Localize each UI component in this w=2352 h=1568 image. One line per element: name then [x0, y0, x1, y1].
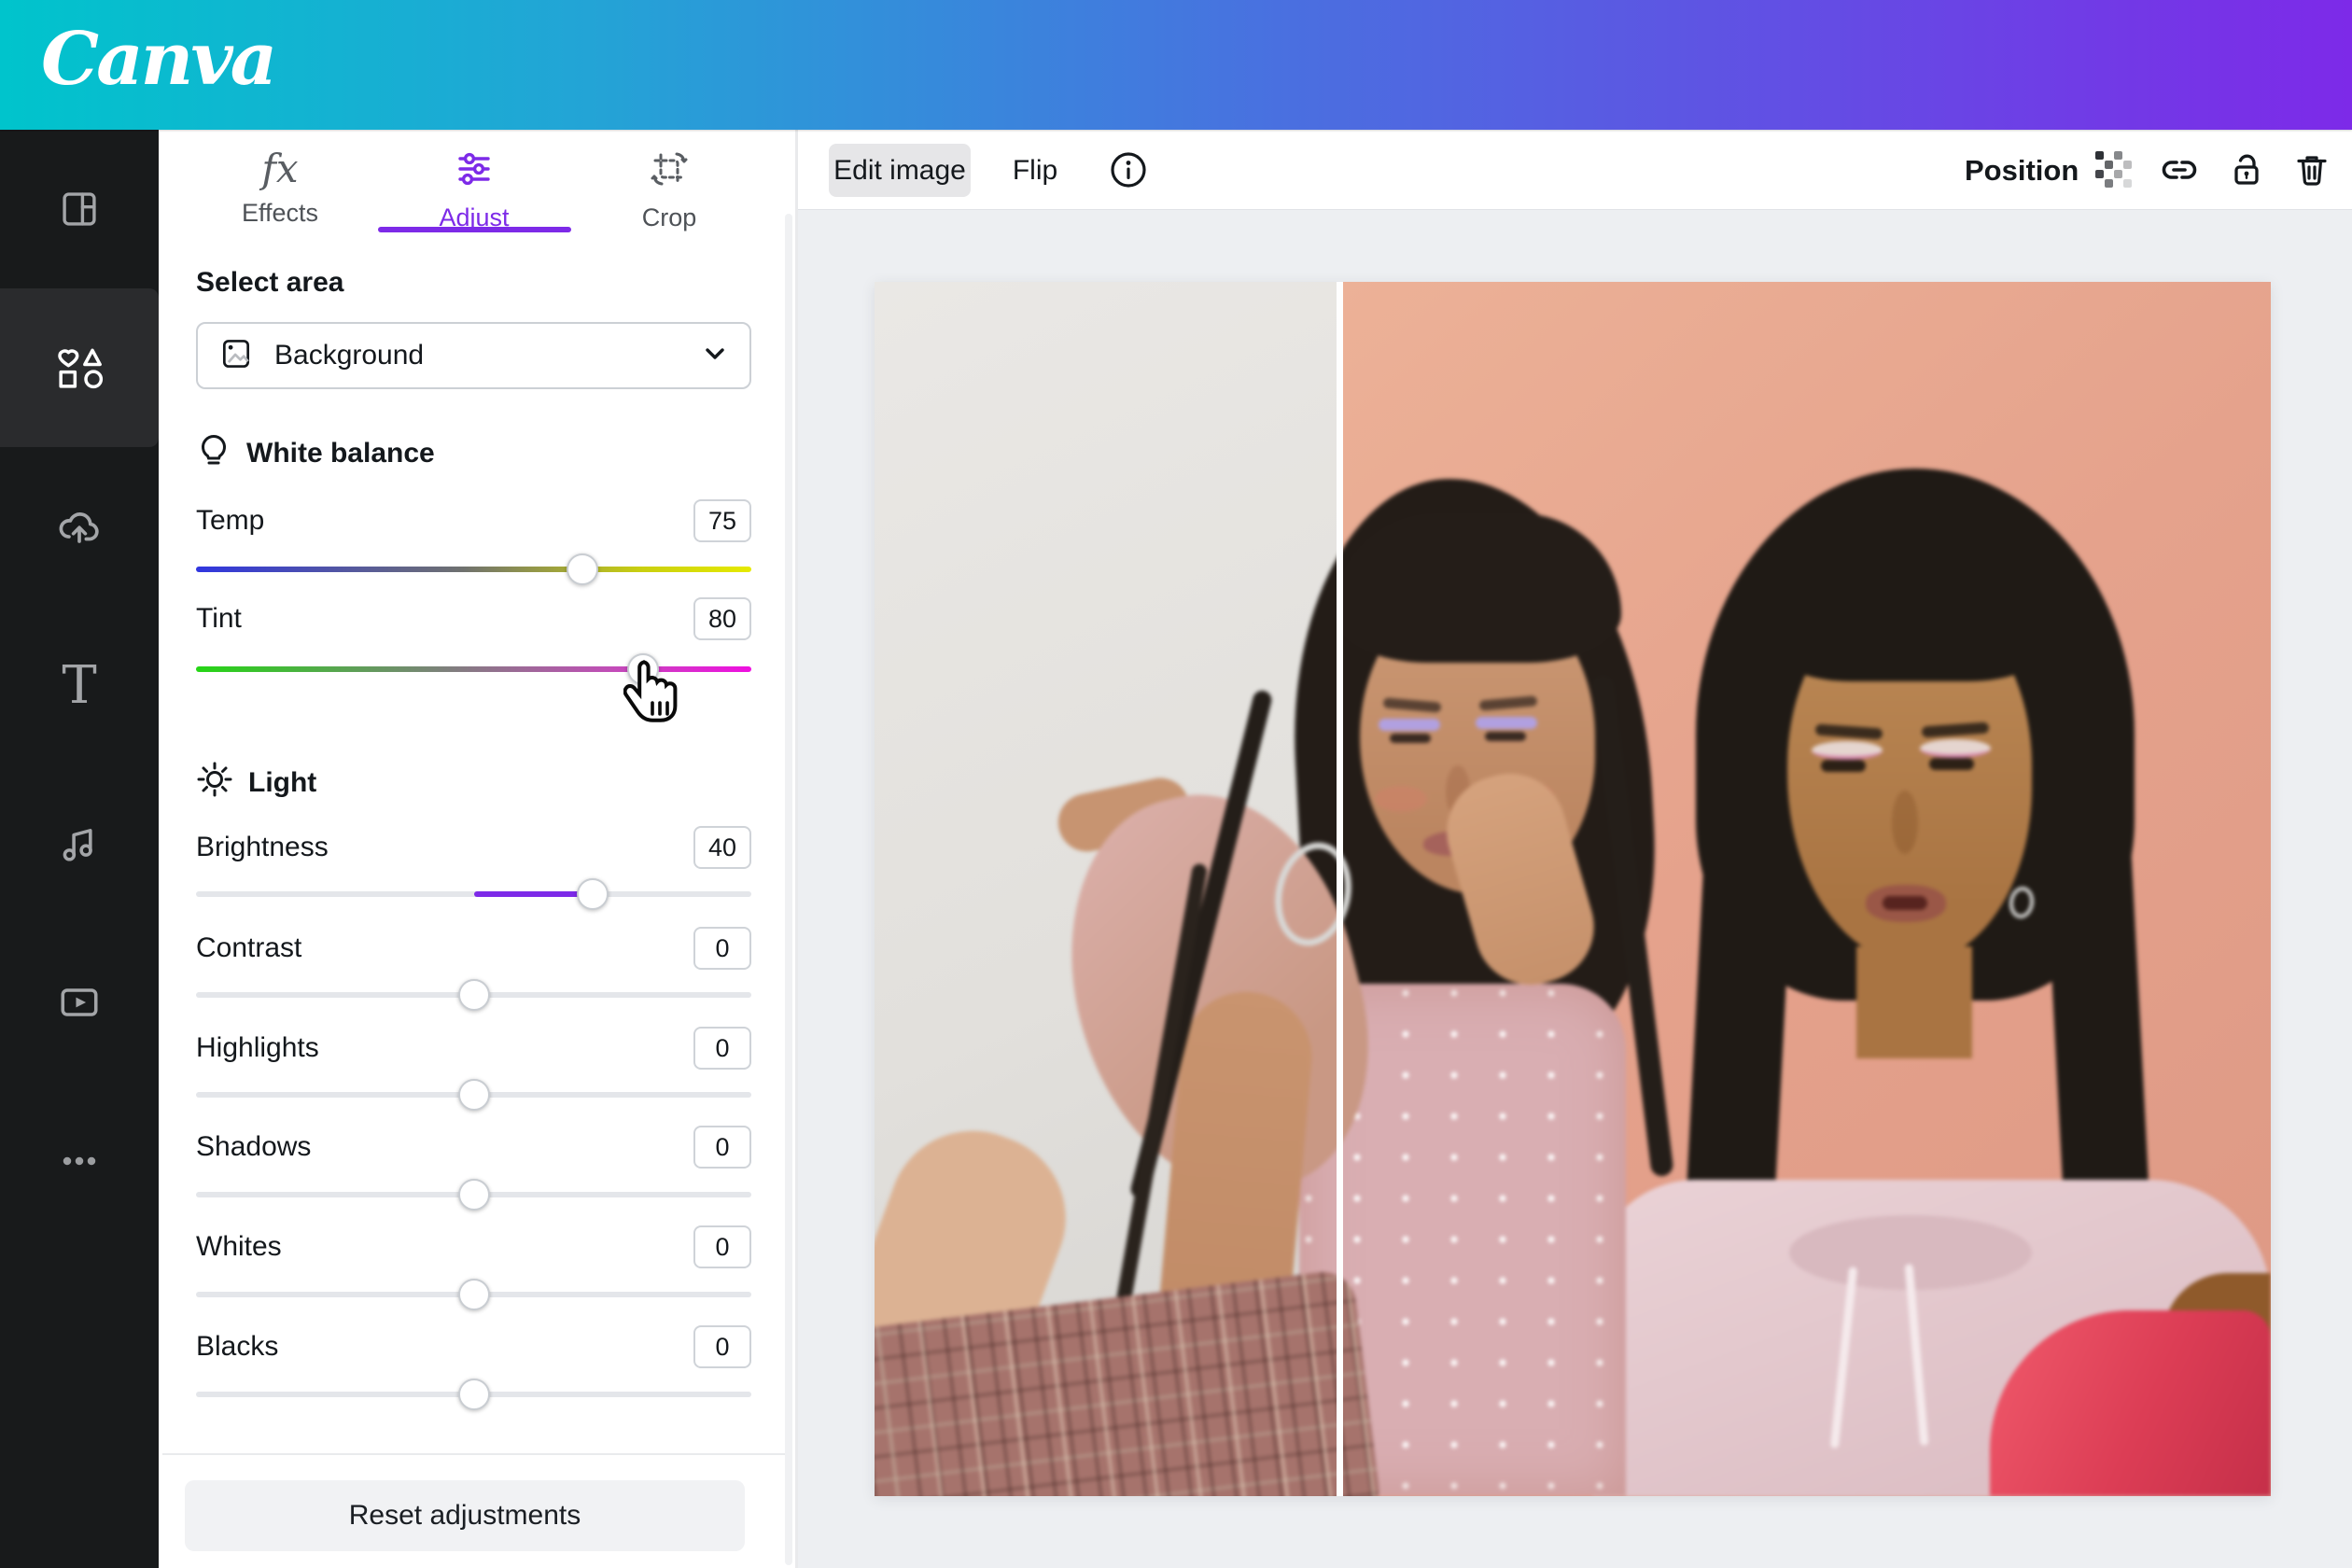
adjust-sliders-icon [453, 152, 496, 193]
video-icon [55, 978, 104, 1027]
select-area-value: Background [274, 340, 425, 371]
brightness-label: Brightness [196, 832, 329, 862]
temp-value-box[interactable]: 75 [693, 499, 751, 542]
cloud-upload-icon [54, 501, 105, 552]
crop-rotate-icon [648, 152, 691, 193]
brightness-slider-thumb[interactable] [577, 878, 609, 910]
contrast-slider-thumb[interactable] [457, 979, 490, 1011]
contrast-slider-track[interactable] [196, 979, 751, 1011]
white-balance-heading: White balance [196, 430, 435, 477]
temp-slider-thumb[interactable] [566, 553, 598, 585]
sidebar-item-text[interactable]: T [0, 606, 159, 764]
panel-divider [162, 1453, 791, 1455]
active-tab-underline [378, 227, 571, 232]
edit-image-button[interactable]: Edit image [829, 144, 971, 197]
blacks-label: Blacks [196, 1331, 279, 1362]
sidebar-item-templates[interactable] [0, 130, 159, 288]
blacks-slider-track[interactable] [196, 1379, 751, 1410]
highlights-label: Highlights [196, 1032, 319, 1063]
ellipsis-icon [55, 1137, 104, 1185]
shadows-slider-row: Shadows 0 [196, 1126, 751, 1169]
link-icon[interactable] [2159, 149, 2200, 190]
sidebar-item-uploads[interactable] [0, 447, 159, 606]
tab-adjust[interactable]: Adjust [399, 148, 549, 232]
contrast-label: Contrast [196, 932, 302, 963]
temp-label: Temp [196, 505, 265, 536]
lightbulb-icon [196, 430, 231, 477]
select-area-heading: Select area [196, 267, 344, 298]
panel-scrollbar[interactable] [785, 214, 792, 1565]
tab-effects[interactable]: fx Effects [205, 148, 355, 228]
reset-adjustments-button[interactable]: Reset adjustments [185, 1480, 745, 1551]
canva-logo[interactable]: Canva [41, 17, 277, 102]
brightness-slider-row: Brightness 40 [196, 826, 751, 869]
shadows-label: Shadows [196, 1131, 312, 1162]
transparency-icon[interactable] [2093, 149, 2135, 190]
contrast-slider-row: Contrast 0 [196, 927, 751, 970]
highlights-slider-row: Highlights 0 [196, 1027, 751, 1070]
image-icon [218, 336, 254, 376]
highlights-slider-track[interactable] [196, 1079, 751, 1111]
temp-slider-row: Temp 75 [196, 499, 751, 542]
lock-icon[interactable] [2226, 149, 2267, 190]
music-note-icon [55, 819, 104, 868]
blacks-slider-thumb[interactable] [457, 1379, 490, 1410]
shadows-slider-track[interactable] [196, 1179, 751, 1211]
chevron-down-icon [701, 340, 729, 372]
blacks-slider-row: Blacks 0 [196, 1325, 751, 1368]
editor-toolbar: Edit image Flip Position [798, 130, 2352, 210]
blacks-value-box[interactable]: 0 [693, 1325, 751, 1368]
brightness-fill [473, 891, 594, 897]
photo-element[interactable] [875, 282, 2271, 1496]
top-brand-bar: Canva [0, 0, 2352, 130]
brightness-slider-track[interactable] [196, 878, 751, 910]
sidebar-item-more[interactable] [0, 1082, 159, 1240]
highlights-slider-thumb[interactable] [457, 1079, 490, 1111]
tint-slider-thumb[interactable] [626, 653, 659, 685]
text-icon: T [62, 654, 97, 716]
brightness-value-box[interactable]: 40 [693, 826, 751, 869]
contrast-value-box[interactable]: 0 [693, 927, 751, 970]
sun-icon [196, 761, 233, 805]
sidebar-item-videos[interactable] [0, 923, 159, 1082]
tab-crop[interactable]: Crop [595, 148, 744, 232]
whites-slider-row: Whites 0 [196, 1225, 751, 1268]
whites-value-box[interactable]: 0 [693, 1225, 751, 1268]
tint-label: Tint [196, 603, 242, 634]
light-heading: Light [196, 761, 316, 805]
tint-value-box[interactable]: 80 [693, 597, 751, 640]
tint-slider-row: Tint 80 [196, 597, 751, 640]
templates-icon [56, 186, 103, 232]
design-canvas[interactable] [798, 210, 2352, 1568]
shadows-slider-thumb[interactable] [457, 1179, 490, 1211]
whites-slider-track[interactable] [196, 1279, 751, 1310]
info-icon[interactable] [1108, 149, 1149, 190]
trash-icon[interactable] [2291, 149, 2332, 190]
sidebar-item-elements[interactable] [0, 288, 159, 447]
adjust-panel: fx Effects Adjust Crop Select area Backg… [159, 130, 798, 1568]
shadows-value-box[interactable]: 0 [693, 1126, 751, 1169]
whites-slider-thumb[interactable] [457, 1279, 490, 1310]
sidebar-item-audio[interactable] [0, 764, 159, 923]
position-button[interactable]: Position [1965, 144, 2079, 197]
flip-button[interactable]: Flip [992, 144, 1078, 197]
fx-icon: fx [261, 146, 299, 191]
select-area-dropdown[interactable]: Background [196, 322, 751, 389]
temp-slider-track[interactable] [196, 553, 751, 585]
tint-slider-track[interactable] [196, 653, 751, 685]
elements-icon [53, 342, 105, 394]
highlights-value-box[interactable]: 0 [693, 1027, 751, 1070]
before-after-divider [1337, 282, 1343, 1496]
photo-subjects [875, 282, 2271, 1496]
whites-label: Whites [196, 1231, 282, 1262]
object-panel-rail: T [0, 130, 159, 1568]
